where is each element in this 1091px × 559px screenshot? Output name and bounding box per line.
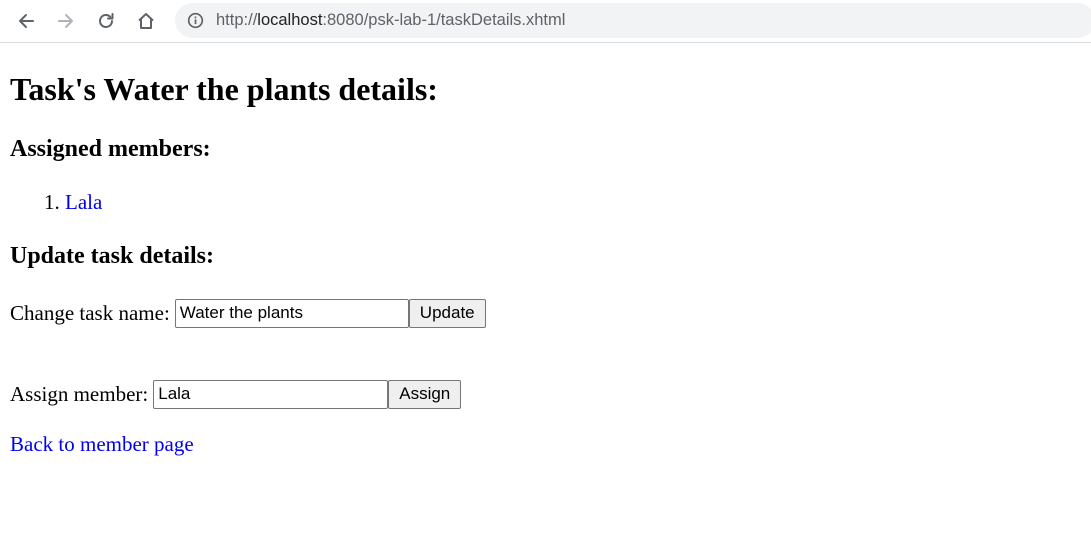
- reload-icon: [99, 13, 114, 28]
- list-item: Lala: [65, 190, 102, 215]
- page-title: Task's Water the plants details:: [10, 71, 438, 107]
- back-button[interactable]: [12, 7, 40, 35]
- update-button[interactable]: Update: [408, 298, 486, 328]
- assign-member-label: Assign member:: [10, 381, 149, 406]
- assigned-members-list: Lala: [10, 190, 102, 215]
- update-task-heading: Update task details:: [10, 243, 215, 269]
- url-path: :8080/psk-lab-1/taskDetails.xhtml: [322, 11, 566, 29]
- assign-member-input[interactable]: [153, 379, 389, 409]
- url-host: localhost: [257, 11, 323, 29]
- assign-member-row: Assign member: Assign: [10, 379, 462, 409]
- home-icon: [138, 13, 154, 29]
- url-scheme: http://: [216, 11, 258, 29]
- task-name-label: Change task name:: [10, 300, 170, 325]
- info-icon[interactable]: [187, 12, 204, 29]
- browser-toolbar: http://localhost:8080/psk-lab-1/taskDeta…: [0, 0, 1091, 43]
- reload-button[interactable]: [92, 7, 120, 35]
- change-name-row: Change task name: Update: [10, 298, 486, 328]
- assign-button[interactable]: Assign: [388, 379, 462, 409]
- arrow-right-icon: [58, 14, 73, 28]
- arrow-left-icon: [19, 14, 34, 28]
- back-to-member-page-link[interactable]: Back to member page: [10, 432, 194, 457]
- home-button[interactable]: [132, 7, 160, 35]
- task-name-input[interactable]: [174, 298, 409, 328]
- url-text[interactable]: http://localhost:8080/psk-lab-1/taskDeta…: [216, 3, 565, 38]
- assigned-members-heading: Assigned members:: [10, 136, 211, 162]
- address-bar[interactable]: http://localhost:8080/psk-lab-1/taskDeta…: [175, 3, 1091, 38]
- forward-button[interactable]: [52, 7, 80, 35]
- member-link-lala[interactable]: Lala: [65, 190, 102, 214]
